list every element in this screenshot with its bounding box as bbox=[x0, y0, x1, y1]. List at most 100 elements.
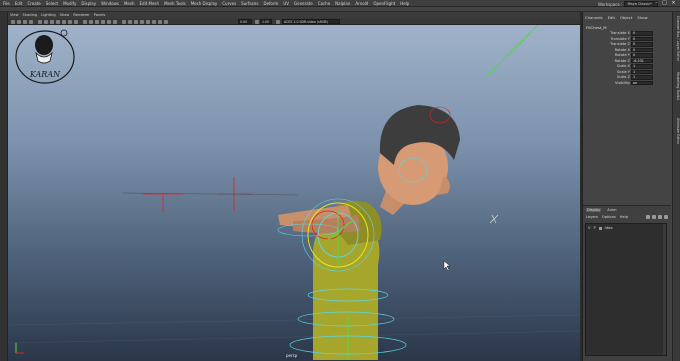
menu-create[interactable]: Create bbox=[27, 1, 40, 6]
attr-value[interactable]: 0 bbox=[631, 53, 653, 58]
perspective-viewport[interactable]: persp bbox=[8, 25, 580, 361]
lighting-icon[interactable] bbox=[107, 19, 111, 24]
menu-uv[interactable]: UV bbox=[283, 1, 289, 6]
gamma-icon[interactable] bbox=[255, 19, 259, 24]
menu-deform[interactable]: Deform bbox=[263, 1, 278, 6]
cb-menu-channels[interactable]: Channels bbox=[585, 15, 603, 20]
gamma-field[interactable]: 1.00 bbox=[260, 19, 272, 24]
attr-value[interactable]: 1 bbox=[631, 75, 653, 80]
tab-channel-box[interactable]: Channel Box / Layer Editor bbox=[674, 16, 680, 61]
menu-generate[interactable]: Generate bbox=[294, 1, 313, 6]
cb-menu-show[interactable]: Show bbox=[637, 15, 647, 20]
resolution-gate-icon[interactable] bbox=[50, 19, 54, 24]
anti-alias-icon[interactable] bbox=[152, 19, 156, 24]
attr-value[interactable]: 0 bbox=[631, 42, 653, 47]
attr-value[interactable]: 1 bbox=[631, 64, 653, 69]
vp-menu-show[interactable]: Show bbox=[60, 13, 70, 17]
menu-openflight[interactable]: OpenFlight bbox=[373, 1, 395, 6]
attr-row[interactable]: Scale Y1 bbox=[583, 69, 671, 75]
exposure-field[interactable]: 0.00 bbox=[238, 19, 252, 24]
vp-menu-panels[interactable]: Panels bbox=[94, 13, 106, 17]
attr-row[interactable]: Scale Z1 bbox=[583, 75, 671, 80]
move-layer-down-icon[interactable] bbox=[652, 215, 656, 219]
menu-edit[interactable]: Edit bbox=[15, 1, 23, 6]
attr-value[interactable]: 0 bbox=[631, 47, 653, 52]
layer-list-scrollbar[interactable] bbox=[663, 224, 666, 355]
menu-file[interactable]: File bbox=[3, 1, 10, 6]
shadows-icon[interactable] bbox=[113, 19, 117, 24]
menu-windows[interactable]: Windows bbox=[101, 1, 119, 6]
attr-row[interactable]: Rotate Y0 bbox=[583, 53, 671, 58]
grid-icon[interactable] bbox=[38, 19, 42, 24]
le-menu-help[interactable]: Help bbox=[620, 215, 628, 219]
selected-object-name[interactable]: FKChest_M bbox=[586, 25, 607, 30]
menu-mesh-tools[interactable]: Mesh Tools bbox=[164, 1, 186, 6]
depth-of-field-icon[interactable] bbox=[158, 19, 162, 24]
new-layer-icon[interactable] bbox=[658, 215, 662, 219]
isolate-select-icon[interactable] bbox=[134, 19, 138, 24]
attr-value[interactable]: -6.231 bbox=[631, 58, 653, 63]
vp-menu-shading[interactable]: Shading bbox=[23, 13, 38, 17]
attr-row[interactable]: Translate Y0 bbox=[583, 36, 671, 42]
camera-attr-icon[interactable] bbox=[17, 19, 21, 24]
close-icon[interactable]: × bbox=[671, 1, 676, 6]
tab-attribute-editor[interactable]: Attribute Editor bbox=[674, 118, 680, 144]
character-body[interactable] bbox=[278, 105, 460, 360]
textured-icon[interactable] bbox=[101, 19, 105, 24]
field-chart-icon[interactable] bbox=[62, 19, 66, 24]
tab-modelling-toolkit[interactable]: Modelling Toolkit bbox=[674, 72, 680, 100]
menu-edit-mesh[interactable]: Edit Mesh bbox=[140, 1, 160, 6]
layer-visibility-toggle[interactable]: V bbox=[588, 226, 590, 230]
xray-icon[interactable] bbox=[122, 19, 126, 24]
minimize-icon[interactable]: – bbox=[654, 1, 659, 6]
attr-row[interactable]: Translate Z0 bbox=[583, 42, 671, 47]
menu-surfaces[interactable]: Surfaces bbox=[241, 1, 258, 6]
attr-value[interactable]: on bbox=[631, 80, 653, 85]
tab-anim[interactable]: Anim bbox=[607, 208, 616, 212]
menu-mesh[interactable]: Mesh bbox=[124, 1, 135, 6]
attr-row[interactable]: Translate X0 bbox=[583, 31, 671, 36]
smooth-shade-icon[interactable] bbox=[89, 19, 93, 24]
le-menu-options[interactable]: Options bbox=[602, 215, 616, 219]
layer-row[interactable]: V P /dea bbox=[588, 226, 613, 230]
safe-action-icon[interactable] bbox=[68, 19, 72, 24]
wireframe-icon[interactable] bbox=[83, 19, 87, 24]
attr-row[interactable]: Scale X1 bbox=[583, 64, 671, 69]
new-layer-selected-icon[interactable] bbox=[664, 215, 668, 219]
view-transform-dropdown[interactable]: ACES 1.0 SDR-video (sRGB) bbox=[282, 19, 340, 24]
menu-cache[interactable]: Cache bbox=[318, 1, 330, 6]
layer-color-swatch[interactable] bbox=[598, 226, 602, 230]
layer-name[interactable]: /dea bbox=[605, 226, 613, 230]
vp-menu-lighting[interactable]: Lighting bbox=[41, 13, 56, 17]
exposure-icon[interactable] bbox=[164, 19, 168, 24]
gate-mask-icon[interactable] bbox=[56, 19, 60, 24]
image-plane-icon[interactable] bbox=[29, 19, 33, 24]
film-gate-icon[interactable] bbox=[44, 19, 48, 24]
color-management-icon[interactable] bbox=[276, 19, 280, 24]
attr-value[interactable]: 1 bbox=[631, 69, 653, 74]
cb-menu-edit[interactable]: Edit bbox=[608, 15, 615, 20]
menu-modify[interactable]: Modify bbox=[63, 1, 76, 6]
vp-menu-renderer[interactable]: Renderer bbox=[73, 13, 89, 17]
move-layer-up-icon[interactable] bbox=[646, 215, 650, 219]
attr-row[interactable]: Rotate Z -6.231 bbox=[583, 58, 671, 64]
vp-menu-view[interactable]: View bbox=[10, 13, 19, 17]
safe-title-icon[interactable] bbox=[74, 19, 78, 24]
menu-curves[interactable]: Curves bbox=[222, 1, 236, 6]
tab-display[interactable]: Display bbox=[586, 208, 602, 212]
attr-row[interactable]: Visibility on bbox=[583, 80, 671, 86]
camera-icon[interactable] bbox=[11, 19, 15, 24]
layer-playback-toggle[interactable]: P bbox=[593, 226, 595, 230]
menu-nalplan[interactable]: Nalplan bbox=[335, 1, 350, 6]
menu-arnold[interactable]: Arnold bbox=[355, 1, 368, 6]
attr-row[interactable]: Rotate X0 bbox=[583, 47, 671, 53]
motion-blur-icon[interactable] bbox=[146, 19, 150, 24]
attr-value[interactable]: 0 bbox=[631, 31, 653, 36]
menu-help[interactable]: Help bbox=[400, 1, 409, 6]
wireframe-on-shaded-icon[interactable] bbox=[95, 19, 99, 24]
attr-value[interactable]: 0 bbox=[631, 36, 653, 41]
aim-controls[interactable] bbox=[122, 177, 299, 212]
menu-display[interactable]: Display bbox=[81, 1, 96, 6]
nurbs-curve[interactable] bbox=[487, 25, 539, 76]
locator[interactable] bbox=[489, 214, 499, 224]
